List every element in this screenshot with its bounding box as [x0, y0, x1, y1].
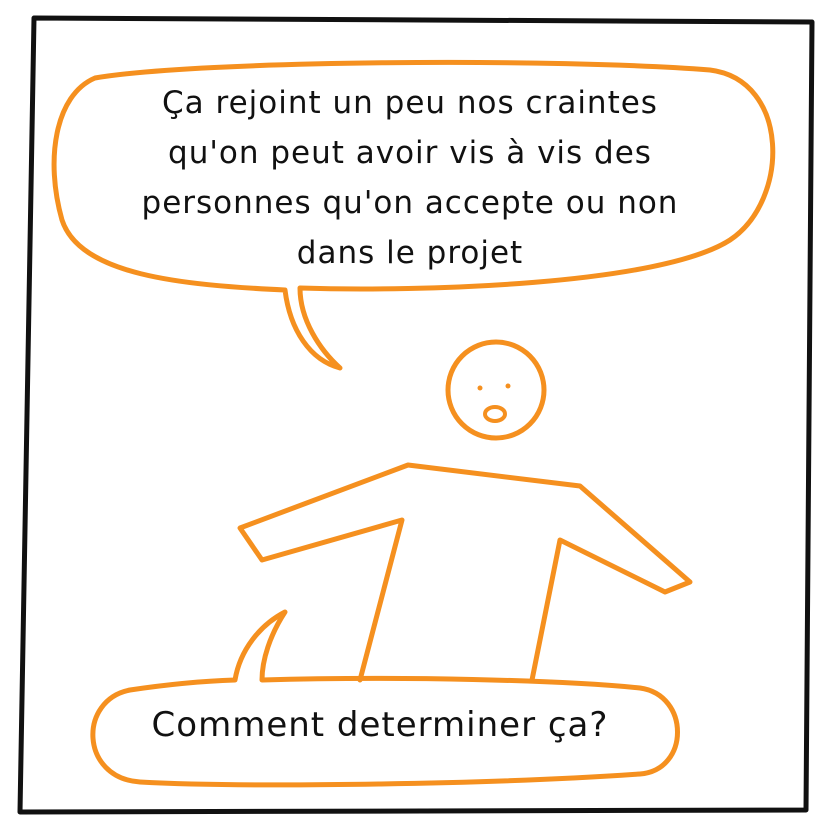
character-mouth — [483, 405, 507, 423]
comic-panel: Ça rejoint un peu nos craintes qu'on peu… — [0, 0, 832, 831]
character-head — [445, 339, 547, 441]
character-body — [237, 462, 693, 683]
character-right-eye — [505, 383, 511, 389]
top-speech-line-4: dans le projet — [296, 235, 524, 271]
top-speech-line-3: personnes qu'on accepte ou non — [141, 185, 679, 221]
top-speech-line-2: qu'on peut avoir vis à vis des — [168, 135, 652, 171]
top-speech-line-1: Ça rejoint un peu nos craintes — [162, 85, 658, 121]
bottom-speech-text: Comment determiner ça? — [151, 705, 609, 745]
character-left-eye — [477, 385, 483, 391]
top-speech-text: Ça rejoint un peu nos craintes qu'on peu… — [70, 78, 750, 278]
bottom-speech-bubble — [90, 609, 680, 788]
